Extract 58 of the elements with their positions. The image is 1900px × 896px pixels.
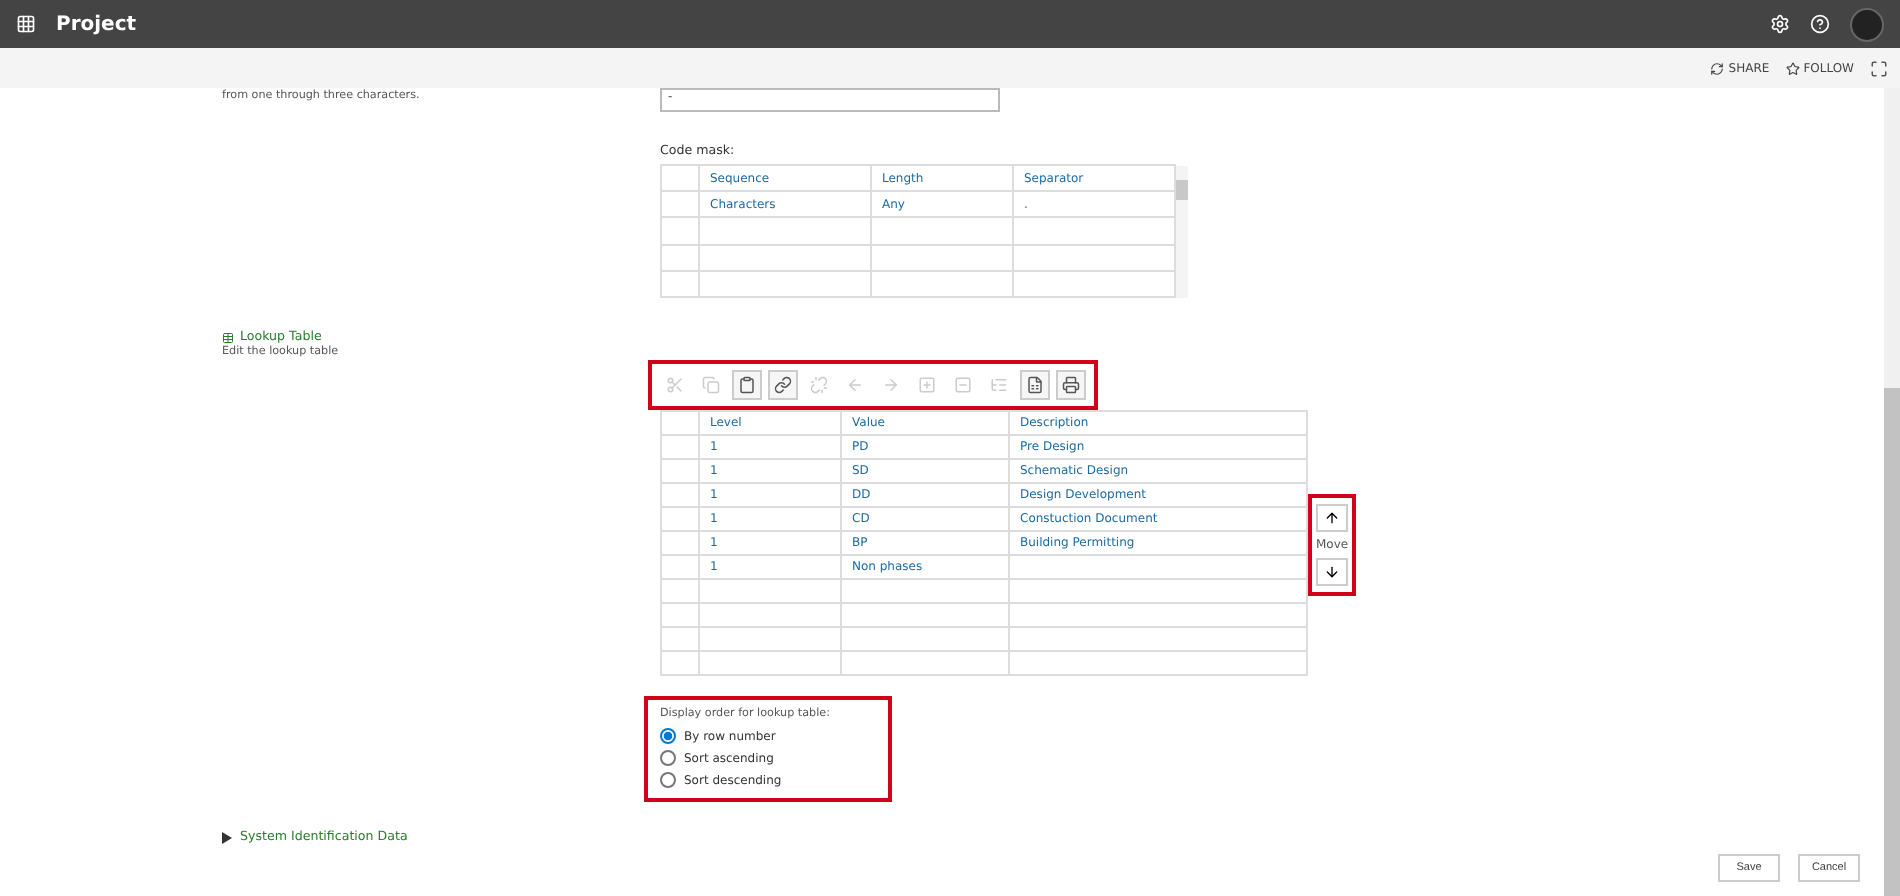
table-cell: [661, 411, 699, 435]
table-cell: [661, 244, 699, 271]
print-button[interactable]: [1056, 370, 1086, 400]
clipboard-icon: [738, 376, 756, 394]
star-icon: [1785, 61, 1800, 75]
table-cell: [661, 270, 699, 297]
table-cell: [661, 459, 699, 483]
table-cell: [661, 531, 699, 555]
right-arrow-icon: [882, 376, 900, 394]
radio-button[interactable]: [660, 728, 676, 744]
table-cell: [699, 603, 841, 627]
excel-button[interactable]: [1020, 370, 1050, 400]
help-icon[interactable]: [1810, 14, 1830, 34]
minus-icon: [954, 376, 972, 394]
table-icon: [222, 331, 234, 343]
table-cell: [661, 579, 699, 603]
copy-icon: [702, 376, 720, 394]
table-cell: [661, 651, 699, 675]
table-cell: [699, 579, 841, 603]
paste-button[interactable]: [732, 370, 762, 400]
table-cell: [661, 483, 699, 507]
radio-button[interactable]: [660, 750, 676, 766]
scrollbar[interactable]: [1176, 166, 1188, 298]
settings-icon[interactable]: [1770, 14, 1790, 34]
app-launcher-icon[interactable]: [16, 14, 36, 34]
link-button[interactable]: [768, 370, 798, 400]
left-arrow-icon: [846, 376, 864, 394]
table-cell: [661, 217, 699, 245]
link-icon: [774, 376, 792, 394]
table-cell: [661, 507, 699, 531]
spreadsheet-icon: [1026, 376, 1044, 394]
broken-link-icon: [810, 376, 828, 394]
table-cell: [699, 651, 841, 675]
scissors-icon: [666, 376, 684, 394]
table-cell: [661, 435, 699, 459]
table-cell: [661, 191, 699, 218]
plus-icon: [918, 376, 936, 394]
table-cell: [699, 627, 841, 651]
move-down-button[interactable]: [1316, 558, 1349, 586]
tree-icon: [990, 376, 1008, 394]
table-cell: [661, 555, 699, 579]
table-cell: [661, 627, 699, 651]
expand-triangle-icon[interactable]: [222, 831, 232, 843]
table-cell: [661, 603, 699, 627]
table-cell: [871, 244, 1013, 271]
table-cell: [871, 217, 1013, 245]
scrollbar[interactable]: [1884, 88, 1900, 896]
radio-button[interactable]: [660, 772, 676, 788]
focus-icon[interactable]: [1870, 59, 1888, 77]
up-arrow-icon: [1324, 510, 1341, 526]
down-arrow-icon: [1324, 564, 1341, 580]
printer-icon: [1062, 376, 1080, 394]
site-title: Project: [56, 13, 139, 35]
move-up-button[interactable]: [1316, 504, 1349, 532]
table-cell: [661, 165, 699, 192]
sync-icon: [1710, 61, 1725, 75]
table-cell: [871, 270, 1013, 297]
avatar[interactable]: [1850, 7, 1884, 41]
